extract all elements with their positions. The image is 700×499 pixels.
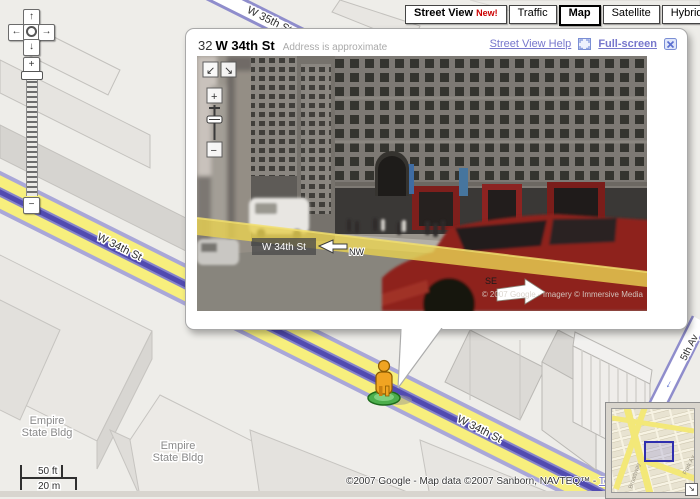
fullscreen-icon[interactable] <box>578 37 592 50</box>
rotate-left-icon: ↙ <box>206 65 215 77</box>
overview-map-canvas[interactable]: Broadway Park Av <box>611 408 695 493</box>
address-number: 32 <box>198 38 213 53</box>
map-button[interactable]: Map <box>558 5 601 26</box>
hybrid-button[interactable]: Hybrid <box>661 5 700 24</box>
streetview-popup: 32 W 34th St Address is approximate Street… <box>185 28 688 330</box>
recenter-icon <box>26 26 37 37</box>
street-view-button[interactable]: Street View New! <box>405 5 507 24</box>
sv-zoom-in-icon: + <box>211 91 217 103</box>
svg-text:State Bldg: State Bldg <box>22 427 73 439</box>
address-note: Address is approximate <box>282 42 388 53</box>
sv-arrow-se-label: SE <box>485 276 497 286</box>
pan-right-button[interactable]: → <box>38 24 55 41</box>
close-icon[interactable] <box>664 37 677 50</box>
streetview-photo[interactable]: W 34th St NW SE © 2007 Google - Imagery … <box>197 56 647 311</box>
fullscreen-link[interactable]: Full-screen <box>598 38 657 50</box>
svg-text:Empire: Empire <box>161 440 196 452</box>
svg-text:State Bldg: State Bldg <box>153 452 204 464</box>
overview-map: Broadway Park Av ↘ <box>605 402 700 499</box>
satellite-button[interactable]: Satellite <box>602 5 660 24</box>
sv-street-label: W 34th St <box>262 242 306 253</box>
photo-main-facade <box>335 56 647 234</box>
copyright-text: ©2007 Google - Map data ©2007 Sanborn, N… <box>346 476 599 487</box>
scale-ft-label: 50 ft <box>38 466 58 477</box>
popup-header: 32 W 34th St Address is approximate Street… <box>198 37 677 55</box>
traffic-button[interactable]: Traffic <box>508 5 557 24</box>
new-badge: New! <box>476 8 498 18</box>
svg-text:Empire: Empire <box>30 415 65 427</box>
scale-m-label: 20 m <box>38 481 60 492</box>
viewport-rectangle[interactable] <box>644 441 674 462</box>
street-view-help-link[interactable]: Street View Help <box>490 38 572 50</box>
address-street: W 34th St <box>215 38 275 53</box>
pan-down-button[interactable]: ↓ <box>23 39 40 56</box>
rotate-right-icon: ↘ <box>224 65 233 77</box>
bottom-edge <box>0 491 700 497</box>
sv-zoom-out-icon: − <box>211 145 217 157</box>
zoom-out-button[interactable]: − <box>23 197 40 214</box>
sv-arrow-nw-label: NW <box>349 247 364 257</box>
minimap-toggle-button[interactable]: ↘ <box>685 483 698 496</box>
sv-copyright: © 2007 Google - Imagery © Immersive Medi… <box>482 290 644 299</box>
zoom-slider-handle[interactable] <box>21 71 43 80</box>
zoom-slider-track[interactable] <box>26 76 38 196</box>
map-type-toolbar: Street View New! Traffic Map Satellite Hy… <box>405 5 700 26</box>
